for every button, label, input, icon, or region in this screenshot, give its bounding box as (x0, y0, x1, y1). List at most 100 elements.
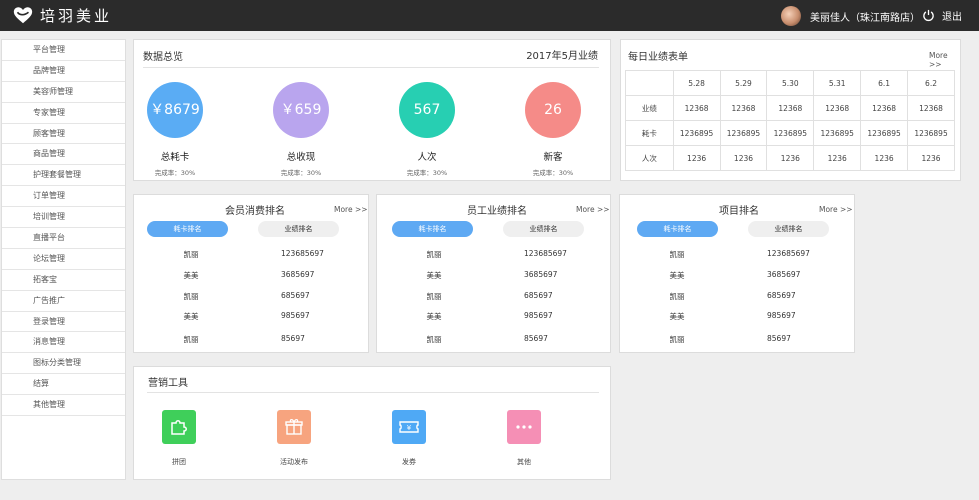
sidebar-item-login[interactable]: 登录管理 (2, 312, 125, 333)
table-cell: 1236895 (813, 120, 862, 146)
rank-name: 美美 (183, 312, 199, 321)
logout-button[interactable]: 退出 (922, 8, 962, 23)
table-row: 凯丽 85697 (620, 330, 854, 350)
stat-visits[interactable]: 567 人次 完成率：30% (377, 82, 477, 177)
table-cell: 12368 (813, 95, 862, 121)
sidebar-item-forum[interactable]: 论坛管理 (2, 249, 125, 270)
date-header: 5.29 (719, 70, 768, 96)
table-corner (625, 70, 674, 96)
tool-label: 其他 (517, 458, 531, 466)
rank-name: 凯丽 (426, 292, 442, 301)
marketing-title: 营销工具 (148, 378, 188, 389)
daily-performance-card: 每日业绩表单 More >> 5.28 5.29 5.30 5.31 6.1 6… (620, 39, 961, 181)
sidebar-item-beautician[interactable]: 美容师管理 (2, 82, 125, 103)
tab-card-ranking[interactable]: 耗卡排名 (147, 221, 228, 237)
tool-issue-coupon[interactable]: ¥ 发券 (369, 410, 449, 467)
ranking-more-link[interactable]: More >> (334, 205, 368, 214)
table-row: 凯丽 123685697 (134, 245, 368, 265)
rank-value: 985697 (281, 311, 310, 320)
ticket-icon: ¥ (392, 410, 426, 444)
sidebar-item-product[interactable]: 商品管理 (2, 144, 125, 166)
stat-total-cash[interactable]: ￥659 总收现 完成率：30% (251, 82, 351, 177)
divider (143, 67, 599, 68)
tool-other[interactable]: 其他 (484, 410, 564, 467)
stat-new-customers[interactable]: 26 新客 完成率：30% (503, 82, 603, 177)
sidebar-item-platform[interactable]: 平台管理 (2, 40, 125, 61)
stat-total-card[interactable]: ￥8679 总耗卡 完成率：30% (125, 82, 225, 177)
table-cell: 1236 (766, 145, 815, 171)
rank-value: 85697 (281, 334, 305, 343)
rank-name: 美美 (669, 312, 685, 321)
date-header: 5.31 (813, 70, 862, 96)
daily-title: 每日业绩表单 (628, 52, 688, 63)
avatar[interactable] (781, 6, 801, 26)
stat-circle: 567 (399, 82, 455, 138)
stat-rate: 完成率：30% (532, 169, 574, 177)
rank-name: 凯丽 (183, 292, 199, 301)
sidebar-item-expert[interactable]: 专家管理 (2, 103, 125, 124)
sidebar-item-icon-category[interactable]: 图标分类管理 (2, 353, 125, 375)
rank-value: 3685697 (767, 270, 801, 279)
table-row: 凯丽 123685697 (620, 245, 854, 265)
overview-title: 数据总览 (143, 52, 183, 63)
svg-text:¥: ¥ (407, 424, 412, 432)
gift-icon (277, 410, 311, 444)
sidebar-item-other[interactable]: 其他管理 (2, 395, 125, 417)
tab-performance-ranking[interactable]: 业绩排名 (748, 221, 829, 237)
stat-label: 新客 (543, 152, 563, 163)
daily-more-link[interactable]: More >> (929, 51, 960, 69)
stat-rate: 完成率：30% (406, 169, 448, 177)
tool-group-buy[interactable]: 拼团 (139, 410, 219, 467)
ranking-title: 会员消费排名 (225, 206, 285, 217)
date-header: 5.30 (766, 70, 815, 96)
sidebar-item-message[interactable]: 消息管理 (2, 332, 125, 354)
sidebar-item-training[interactable]: 培训管理 (2, 207, 125, 229)
tab-card-ranking[interactable]: 耗卡排名 (637, 221, 718, 237)
user-profile[interactable]: 美丽佳人（珠江南路店） (781, 6, 920, 26)
staff-performance-ranking-card: 员工业绩排名 More >> 耗卡排名 业绩排名 凯丽 123685697 美美 3… (376, 194, 611, 353)
tab-card-ranking[interactable]: 耗卡排名 (392, 221, 473, 237)
tab-performance-ranking[interactable]: 业绩排名 (258, 221, 339, 237)
date-header: 5.28 (672, 70, 721, 96)
rank-value: 3685697 (524, 270, 558, 279)
sidebar-item-brand[interactable]: 品牌管理 (2, 61, 125, 82)
tab-performance-ranking[interactable]: 业绩排名 (503, 221, 584, 237)
table-row: 人次 1236 1236 1236 1236 1236 1236 (625, 145, 955, 171)
stat-rate: 完成率：30% (280, 169, 322, 177)
date-header: 6.1 (860, 70, 909, 96)
tool-label: 发券 (402, 458, 416, 466)
sidebar-item-tuokebao[interactable]: 拓客宝 (2, 270, 125, 291)
sidebar-item-settlement[interactable]: 结算 (2, 374, 125, 396)
sidebar-item-ads[interactable]: 广告推广 (2, 291, 125, 312)
rank-value: 85697 (767, 334, 791, 343)
sidebar-item-order[interactable]: 订单管理 (2, 186, 125, 208)
ranking-more-link[interactable]: More >> (576, 205, 610, 214)
ranking-more-link[interactable]: More >> (819, 205, 853, 214)
table-header-row: 5.28 5.29 5.30 5.31 6.1 6.2 (625, 70, 955, 96)
table-cell: 12368 (766, 95, 815, 121)
member-consumption-ranking-card: 会员消费排名 More >> 耗卡排名 业绩排名 凯丽 123685697 美美 3… (133, 194, 369, 353)
table-row: 美美 3685697 (377, 266, 611, 286)
more-dots-icon (507, 410, 541, 444)
sidebar-item-care-package[interactable]: 护理套餐管理 (2, 165, 125, 187)
table-row: 凯丽 85697 (377, 330, 611, 350)
table-row: 凯丽 85697 (134, 330, 368, 350)
rank-value: 85697 (524, 334, 548, 343)
rank-value: 123685697 (524, 249, 567, 258)
rank-name: 凯丽 (183, 250, 199, 259)
table-row: 美美 3685697 (620, 266, 854, 286)
date-header: 6.2 (907, 70, 955, 96)
table-cell: 1236 (813, 145, 862, 171)
table-cell: 1236 (860, 145, 909, 171)
table-cell: 1236895 (719, 120, 768, 146)
table-cell: 1236895 (860, 120, 909, 146)
table-row: 凯丽 685697 (377, 287, 611, 307)
table-cell: 12368 (719, 95, 768, 121)
daily-table: 5.28 5.29 5.30 5.31 6.1 6.2 业绩 12368 123… (625, 70, 955, 171)
ranking-tabs: 耗卡排名 业绩排名 (147, 221, 343, 238)
brand-logo[interactable]: 培羽美业 (12, 4, 112, 26)
sidebar-item-live[interactable]: 直播平台 (2, 228, 125, 249)
rank-name: 凯丽 (669, 292, 685, 301)
sidebar-item-customer[interactable]: 顾客管理 (2, 124, 125, 145)
tool-event-publish[interactable]: 活动发布 (254, 410, 334, 467)
